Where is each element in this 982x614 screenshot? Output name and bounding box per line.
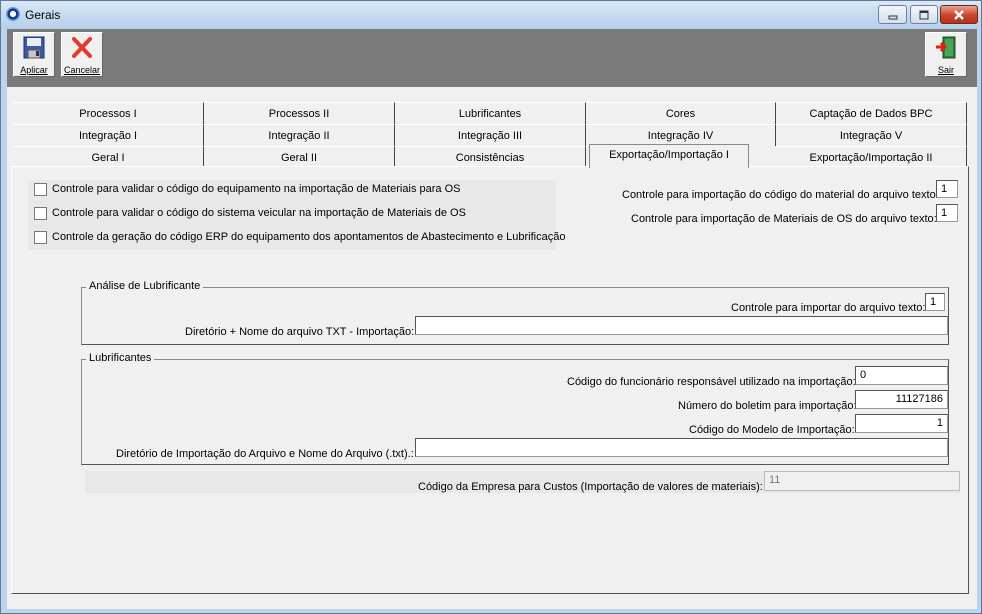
- importar-arquivo-label: Controle para importar do arquivo texto:: [731, 302, 926, 314]
- exit-door-icon: [936, 36, 956, 59]
- check-validar-equipamento-label: Controle para validar o código do equipa…: [52, 183, 461, 195]
- tab-row-1: Processos I Processos II Lubrificantes C…: [13, 102, 967, 124]
- diretorio-importacao-input[interactable]: [415, 438, 948, 457]
- tab-integracao-iv[interactable]: Integração IV: [586, 124, 776, 146]
- boletim-label: Número do boletim para importação:: [678, 400, 857, 412]
- tab-integracao-ii[interactable]: Integração II: [204, 124, 395, 146]
- funcionario-label: Código do funcionário responsável utiliz…: [567, 376, 856, 388]
- toolbar: Aplicar Cancelar Sair: [7, 29, 977, 87]
- apply-label: Aplicar: [20, 65, 48, 75]
- importar-arquivo-input[interactable]: 1: [925, 293, 945, 311]
- modelo-label: Código do Modelo de Importação:: [689, 424, 855, 436]
- check-validar-sistema-veicular-label: Controle para validar o código do sistem…: [52, 207, 466, 219]
- maximize-icon: [919, 10, 929, 20]
- materiais-os-control-input[interactable]: 1: [936, 204, 958, 222]
- modelo-input[interactable]: 1: [855, 414, 948, 433]
- tab-geral-i[interactable]: Geral I: [13, 146, 204, 168]
- tab-processos-i[interactable]: Processos I: [13, 102, 204, 124]
- diretorio-txt-label: Diretório + Nome do arquivo TXT - Import…: [185, 326, 415, 338]
- materiais-os-control-label: Controle para importação de Materiais de…: [631, 213, 937, 225]
- tab-integracao-iii[interactable]: Integração III: [395, 124, 586, 146]
- exit-label: Sair: [937, 65, 954, 75]
- tab-captacao-bpc[interactable]: Captação de Dados BPC: [776, 102, 967, 124]
- tab-row-3: Geral I Geral II Consistências Exportaçã…: [13, 144, 967, 168]
- funcionario-input[interactable]: 0: [855, 366, 948, 385]
- tab-exportacao-importacao-i[interactable]: Exportação/Importação I: [589, 144, 749, 168]
- title-bar: Gerais: [1, 1, 981, 29]
- app-icon: [6, 7, 20, 21]
- lubrificantes-legend: Lubrificantes: [86, 352, 155, 364]
- analise-lubrificante-group: Análise de Lubrificante Controle para im…: [81, 280, 949, 345]
- material-control-input[interactable]: 1: [936, 180, 958, 198]
- tab-consistencias[interactable]: Consistências: [395, 146, 586, 168]
- check-geracao-codigo-erp[interactable]: [34, 231, 47, 244]
- boletim-input[interactable]: 11127186: [855, 390, 948, 409]
- minimize-icon: [888, 15, 897, 20]
- tab-lubrificantes[interactable]: Lubrificantes: [395, 102, 586, 124]
- material-control-label: Controle para importação do código do ma…: [622, 189, 939, 201]
- check-validar-equipamento[interactable]: [34, 183, 47, 196]
- diretorio-importacao-label: Diretório de Importação do Arquivo e Nom…: [116, 448, 414, 460]
- maximize-button[interactable]: [910, 5, 938, 24]
- apply-button[interactable]: Aplicar: [13, 32, 55, 77]
- close-icon: [954, 10, 964, 20]
- tab-row-2: Integração I Integração II Integração II…: [13, 124, 967, 146]
- lubrificantes-group: Lubrificantes Código do funcionário resp…: [81, 352, 949, 465]
- close-button[interactable]: [940, 5, 978, 24]
- minimize-button[interactable]: [878, 5, 907, 24]
- cancel-button[interactable]: Cancelar: [61, 32, 103, 77]
- tab-geral-ii[interactable]: Geral II: [204, 146, 395, 168]
- empresa-custos-input: 11: [764, 471, 960, 491]
- window-title: Gerais: [25, 8, 61, 22]
- check-geracao-codigo-erp-label: Controle da geração do código ERP do equ…: [52, 231, 566, 243]
- tab-integracao-v[interactable]: Integração V: [776, 124, 967, 146]
- cancel-label: Cancelar: [63, 65, 101, 75]
- window: Gerais Aplicar Cancelar Sair Processos I…: [0, 0, 982, 614]
- analise-lubrificante-legend: Análise de Lubrificante: [86, 280, 204, 292]
- diretorio-txt-input[interactable]: [415, 316, 948, 335]
- exit-button[interactable]: Sair: [925, 32, 967, 77]
- check-validar-sistema-veicular[interactable]: [34, 207, 47, 220]
- content-frame: Processos I Processos II Lubrificantes C…: [7, 87, 977, 609]
- tab-processos-ii[interactable]: Processos II: [204, 102, 395, 124]
- tab-integracao-i[interactable]: Integração I: [13, 124, 204, 146]
- tab-cores[interactable]: Cores: [586, 102, 776, 124]
- tab-panel: Controle para validar o código do equipa…: [11, 166, 969, 594]
- save-icon: [23, 36, 45, 59]
- tab-exportacao-importacao-ii[interactable]: Exportação/Importação II: [776, 146, 967, 168]
- empresa-custos-label: Código da Empresa para Custos (Importaçã…: [418, 481, 763, 493]
- cancel-icon: [72, 37, 92, 58]
